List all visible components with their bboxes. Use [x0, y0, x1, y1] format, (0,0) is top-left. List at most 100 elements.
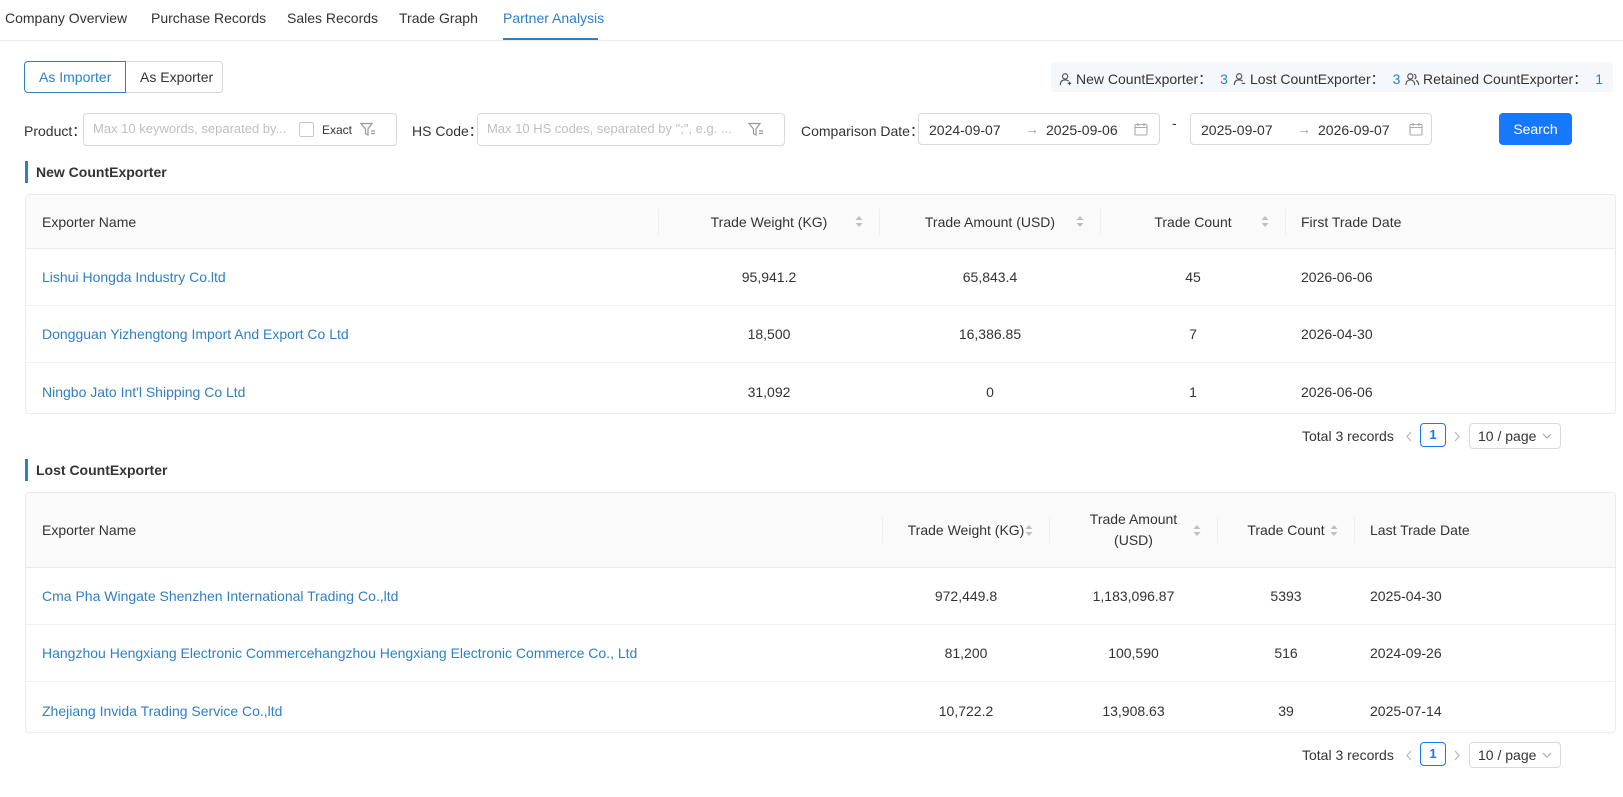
col-header-label: Trade Count — [1247, 522, 1325, 538]
sort-icon[interactable] — [855, 215, 863, 228]
col-header-label: Trade Count — [1154, 213, 1232, 230]
hs-code-field — [477, 113, 785, 146]
exact-checkbox[interactable] — [299, 122, 314, 137]
range-arrow: → — [1297, 121, 1311, 137]
chevron-right-icon[interactable] — [1453, 750, 1461, 761]
filter-icon[interactable] — [360, 122, 376, 137]
tab-purchase-records[interactable]: Purchase Records — [151, 10, 266, 26]
exact-label: Exact — [322, 123, 353, 137]
col-trade-amount[interactable]: Trade Amount (USD) — [1050, 493, 1217, 567]
exporter-name-link[interactable]: Ningbo Jato Int'l Shipping Co Ltd — [42, 363, 245, 413]
table-row: Lishui Hongda Industry Co.ltd 95,941.2 6… — [26, 249, 1615, 306]
col-trade-count[interactable]: Trade Count — [1101, 195, 1285, 248]
col-header-label: Trade Amount (USD) — [1089, 511, 1178, 548]
trade-amount-cell: 16,386.85 — [958, 326, 1022, 342]
lost-exporter-section-title: Lost CountExporter — [25, 459, 167, 481]
trade-count-cell: 5393 — [1270, 588, 1302, 604]
trade-date-cell: 2026-06-06 — [1301, 269, 1373, 285]
date-range-separator: - — [1172, 115, 1177, 131]
trade-weight-cell: 31,092 — [747, 383, 791, 400]
stat-retained-value: 1 — [1595, 71, 1603, 87]
col-trade-amount[interactable]: Trade Amount (USD) — [880, 195, 1100, 248]
page-1-button[interactable]: 1 — [1420, 742, 1446, 766]
exporter-name-link[interactable]: Cma Pha Wingate Shenzhen International T… — [42, 568, 398, 624]
calendar-icon[interactable] — [1409, 122, 1423, 136]
table-row: Cma Pha Wingate Shenzhen International T… — [26, 568, 1615, 625]
col-header-label: Trade Weight (KG) — [710, 213, 828, 230]
new-exporter-table: Exporter Name Trade Weight (KG) Trade Am… — [25, 194, 1616, 414]
range1-end-date[interactable]: 2025-09-06 — [1046, 122, 1118, 138]
sort-icon[interactable] — [1076, 215, 1084, 228]
col-exporter-name: Exporter Name — [42, 195, 642, 248]
calendar-icon[interactable] — [1134, 122, 1148, 136]
col-trade-weight[interactable]: Trade Weight (KG) — [883, 493, 1049, 567]
column-divider — [1285, 209, 1286, 235]
comparison-date-label: Comparison Date： — [801, 123, 924, 139]
date-range-1[interactable]: 2024-09-07 → 2025-09-06 — [918, 113, 1160, 145]
partner-stats-bar: New CountExporter： 3 Lost CountExporter： 3… — [1051, 62, 1613, 92]
stat-new-value: 3 — [1220, 71, 1228, 87]
exporter-name-link[interactable]: Zhejiang Invida Trading Service Co.,ltd — [42, 682, 282, 732]
col-header-label: Trade Weight (KG) — [907, 522, 1025, 538]
page-size-select[interactable]: 10 / page — [1469, 742, 1561, 768]
col-trade-weight[interactable]: Trade Weight (KG) — [659, 195, 879, 248]
new-table-pagination: Total 3 records 1 10 / page — [1302, 423, 1592, 449]
table-header: Exporter Name Trade Weight (KG) Trade Am… — [26, 195, 1615, 249]
chevron-down-icon — [1542, 752, 1552, 758]
table-row: Ningbo Jato Int'l Shipping Co Ltd 31,092… — [26, 363, 1615, 413]
trade-weight-cell: 10,722.2 — [938, 702, 994, 719]
chevron-right-icon[interactable] — [1453, 431, 1461, 442]
range2-end-date[interactable]: 2026-09-07 — [1318, 122, 1390, 138]
filter-icon[interactable] — [748, 122, 764, 137]
col-first-trade-date: First Trade Date — [1301, 195, 1601, 248]
tab-trade-graph[interactable]: Trade Graph — [399, 10, 478, 26]
trade-weight-cell: 18,500 — [747, 326, 791, 342]
column-divider — [1354, 517, 1355, 543]
stat-new-label: New CountExporter： — [1076, 71, 1213, 87]
hs-code-label: HS Code： — [412, 123, 483, 139]
trade-weight-cell: 95,941.2 — [741, 269, 797, 285]
exporter-name-link[interactable]: Hangzhou Hengxiang Electronic Commerceha… — [42, 625, 637, 681]
as-importer-button[interactable]: As Importer — [24, 61, 126, 93]
table-header: Exporter Name Trade Weight (KG) Trade Am… — [26, 493, 1615, 568]
product-input[interactable] — [93, 121, 293, 136]
trade-date-cell: 2025-07-14 — [1370, 702, 1442, 719]
as-exporter-button[interactable]: As Exporter — [125, 61, 223, 93]
product-field: Exact — [83, 113, 397, 146]
trade-date-cell: 2026-06-06 — [1301, 383, 1373, 400]
trade-weight-cell: 972,449.8 — [934, 588, 998, 604]
active-tab-indicator — [503, 38, 598, 40]
page-size-value: 10 / page — [1478, 428, 1537, 444]
trade-amount-cell: 1,183,096.87 — [1092, 588, 1175, 604]
tab-company-overview[interactable]: Company Overview — [5, 10, 127, 26]
trade-count-cell: 39 — [1278, 702, 1294, 719]
col-header-label: Trade Amount (USD) — [924, 213, 1056, 230]
trade-amount-cell: 0 — [986, 383, 994, 400]
page-1-button[interactable]: 1 — [1420, 423, 1446, 447]
range2-start-date[interactable]: 2025-09-07 — [1201, 122, 1273, 138]
sort-icon[interactable] — [1193, 524, 1201, 537]
exporter-name-link[interactable]: Lishui Hongda Industry Co.ltd — [42, 249, 226, 305]
sort-icon[interactable] — [1261, 215, 1269, 228]
page-size-select[interactable]: 10 / page — [1469, 423, 1561, 449]
user-add-icon — [1059, 73, 1072, 86]
trade-count-cell: 7 — [1189, 326, 1197, 342]
col-header-label: Exporter Name — [42, 213, 137, 230]
table-row: Dongguan Yizhengtong Import And Export C… — [26, 306, 1615, 363]
exporter-name-link[interactable]: Dongguan Yizhengtong Import And Export C… — [42, 306, 349, 362]
date-range-2[interactable]: 2025-09-07 → 2026-09-07 — [1190, 113, 1432, 145]
stat-lost-label: Lost CountExporter： — [1250, 71, 1385, 87]
chevron-left-icon[interactable] — [1405, 750, 1413, 761]
tab-sales-records[interactable]: Sales Records — [287, 10, 378, 26]
hs-code-input[interactable] — [487, 121, 745, 136]
tab-partner-analysis[interactable]: Partner Analysis — [503, 10, 604, 26]
sort-icon[interactable] — [1330, 524, 1338, 537]
sort-icon[interactable] — [1025, 524, 1033, 537]
table-row: Zhejiang Invida Trading Service Co.,ltd … — [26, 682, 1615, 732]
search-button[interactable]: Search — [1499, 113, 1572, 145]
total-records: Total 3 records — [1302, 428, 1394, 444]
range1-start-date[interactable]: 2024-09-07 — [929, 122, 1001, 138]
col-trade-count[interactable]: Trade Count — [1218, 493, 1354, 567]
chevron-left-icon[interactable] — [1405, 431, 1413, 442]
product-label: Product： — [24, 123, 87, 139]
